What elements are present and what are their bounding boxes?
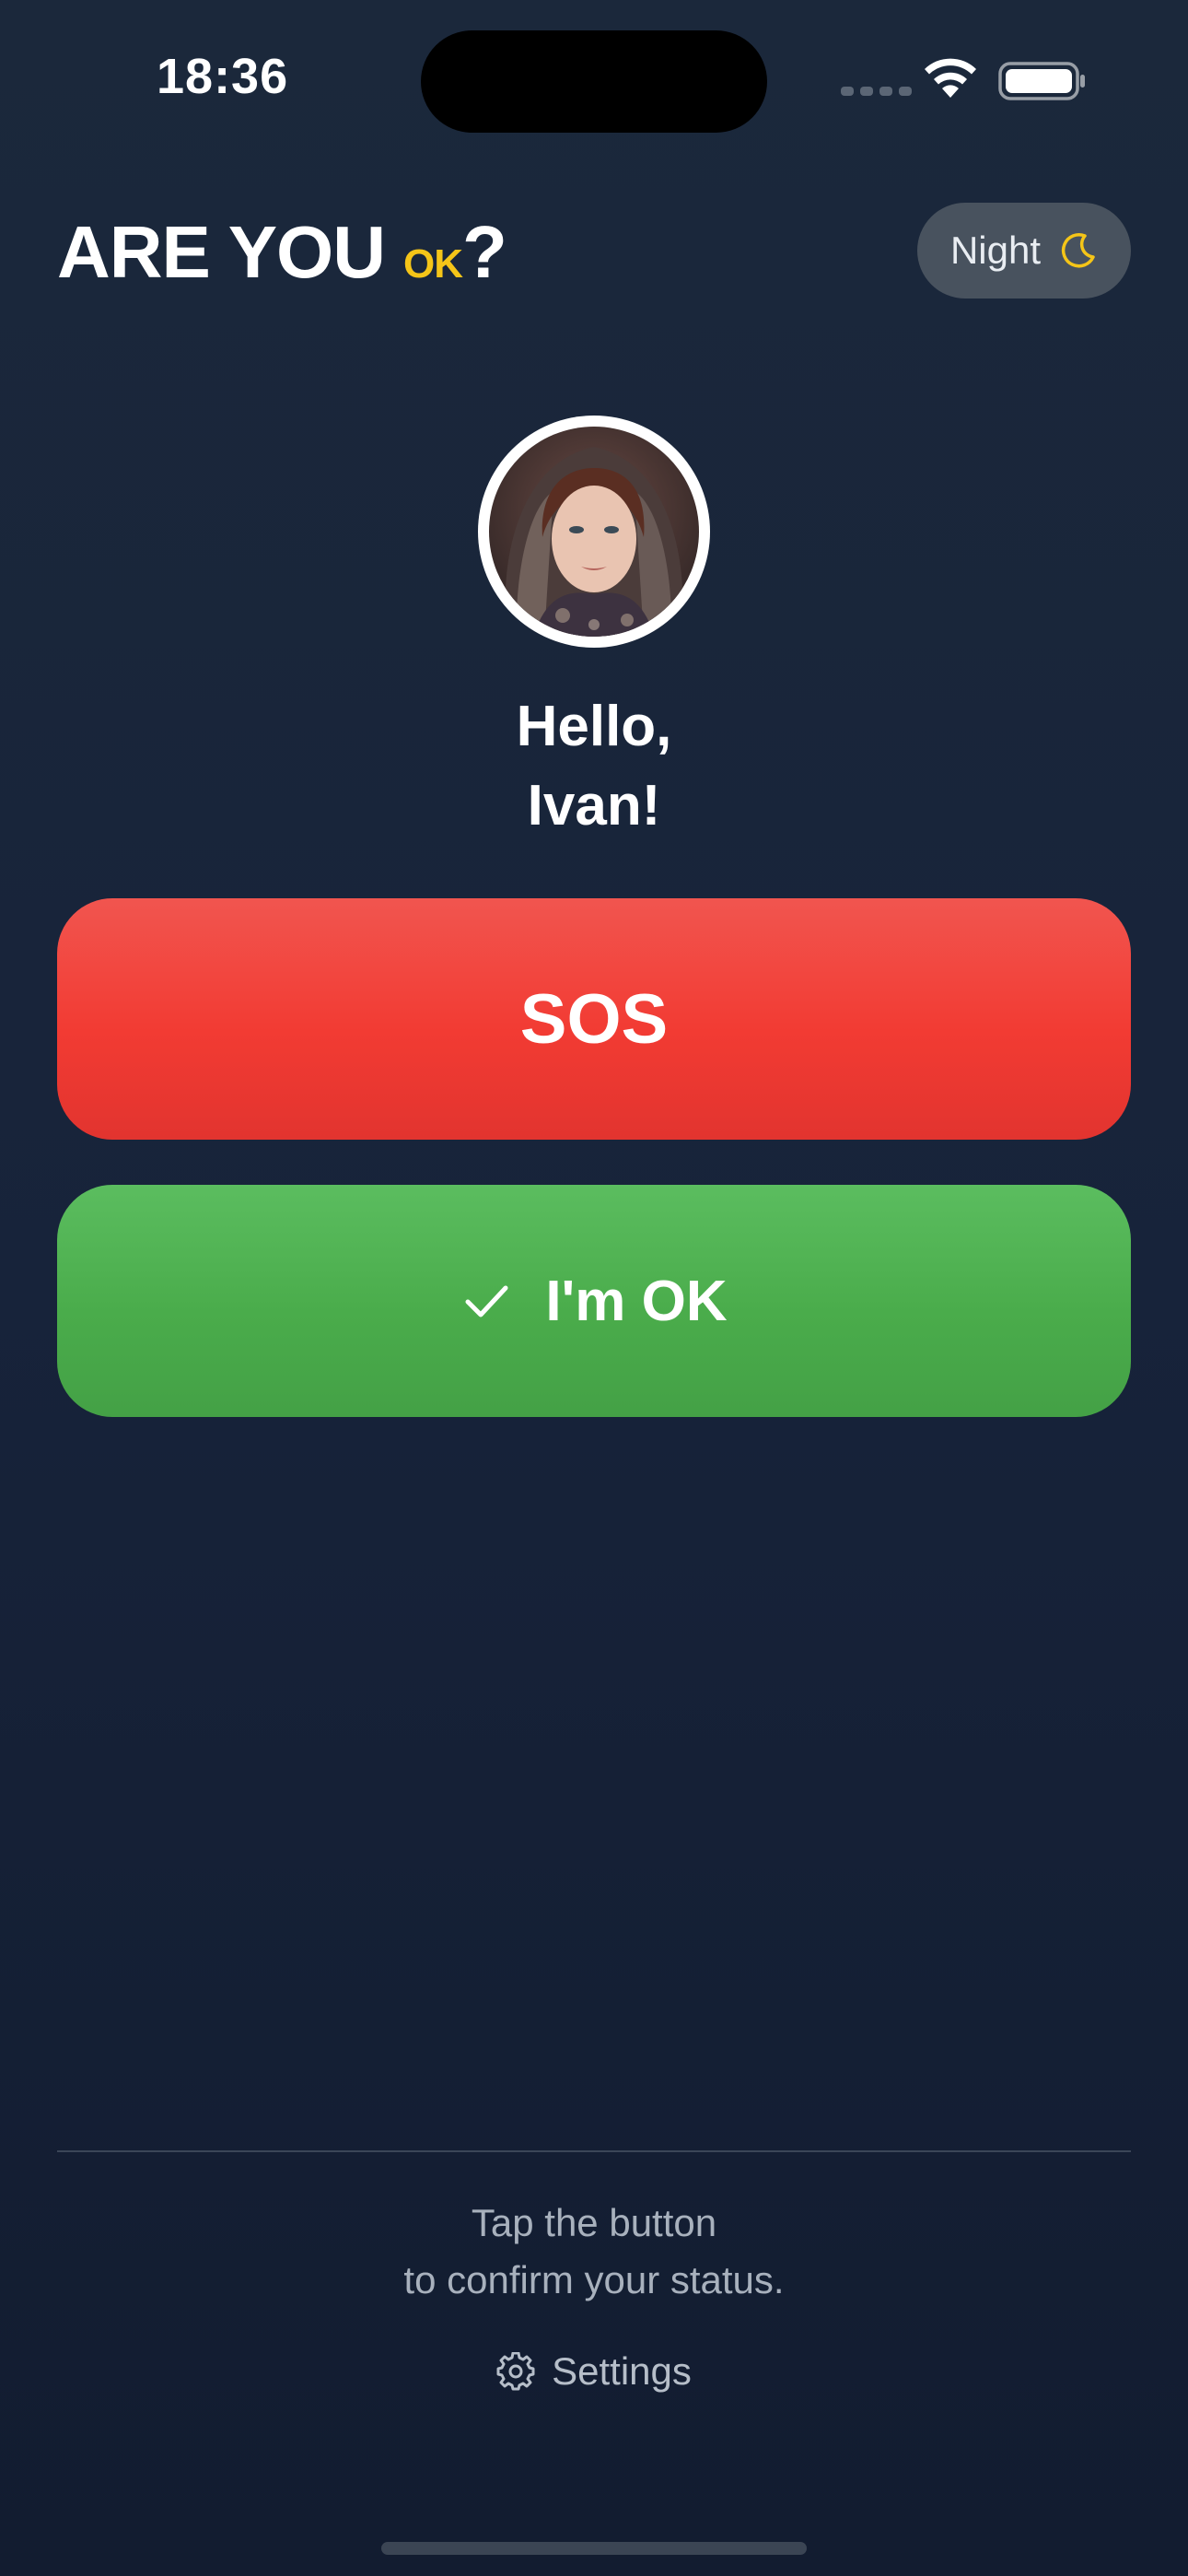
avatar-photo	[489, 427, 699, 637]
im-ok-button-label: I'm OK	[545, 1269, 728, 1333]
home-indicator[interactable]	[381, 2542, 807, 2555]
battery-icon	[998, 62, 1085, 100]
greeting-line-1: Hello,	[516, 695, 672, 758]
im-ok-button[interactable]: I'm OK	[57, 1185, 1131, 1417]
check-icon	[465, 1285, 508, 1317]
app-title: ARE YOU OK?	[57, 206, 507, 310]
gear-icon	[496, 2352, 535, 2391]
settings-link[interactable]: Settings	[0, 2349, 1188, 2394]
status-hint-line-2: to confirm your status.	[403, 2258, 785, 2301]
footer-divider	[57, 2150, 1131, 2152]
sos-button[interactable]: SOS	[57, 898, 1131, 1140]
status-hint-line-1: Tap the button	[471, 2201, 717, 2244]
app-title-question-mark: ?	[462, 211, 507, 293]
moon-icon	[1061, 233, 1095, 268]
status-time: 18:36	[157, 49, 289, 104]
app-title-accent: OK	[403, 241, 463, 287]
status-hint: Tap the button to confirm your status.	[0, 2195, 1188, 2309]
greeting-user-name: Ivan!	[527, 774, 661, 837]
cellular-signal-icon	[841, 87, 912, 96]
avatar	[478, 416, 710, 648]
dynamic-island	[421, 30, 767, 133]
sos-button-label: SOS	[519, 979, 669, 1059]
night-toggle-label: Night	[949, 228, 1042, 272]
app-title-main: ARE YOU	[57, 211, 386, 293]
night-mode-toggle[interactable]: Night	[917, 203, 1131, 299]
greeting: Hello, Ivan!	[0, 687, 1188, 846]
settings-label: Settings	[552, 2349, 692, 2393]
wifi-icon	[925, 58, 976, 98]
